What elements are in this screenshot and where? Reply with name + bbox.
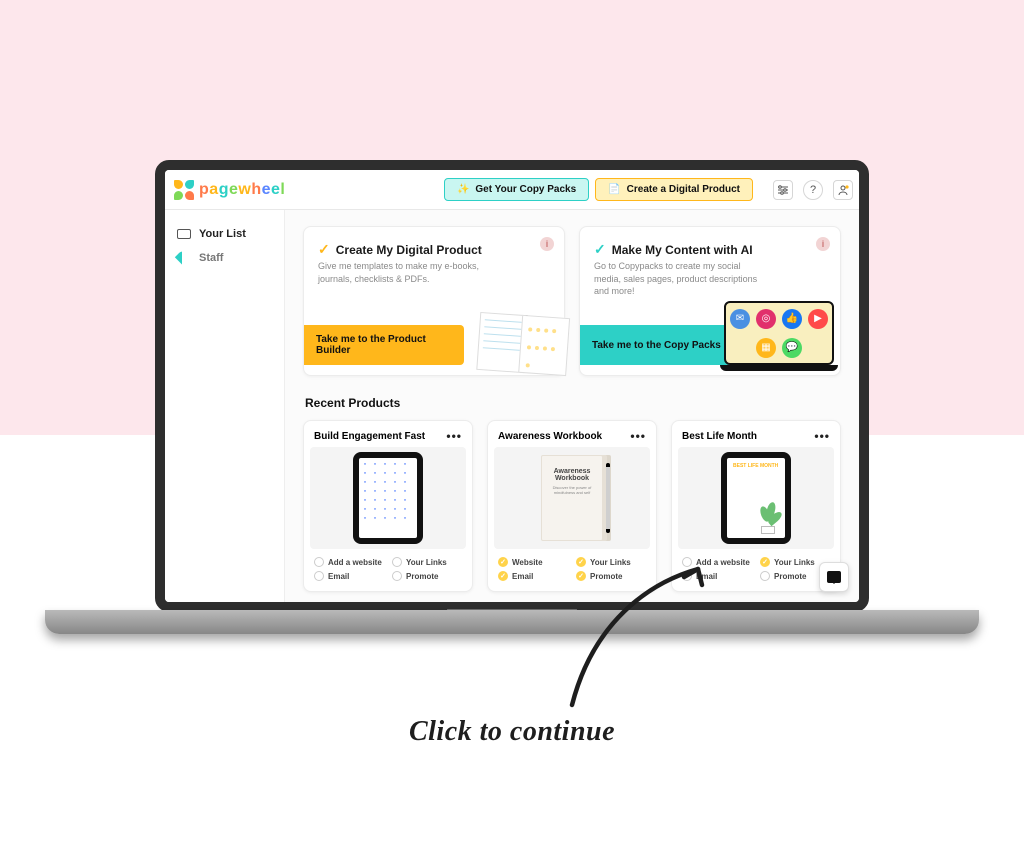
card-ai-desc: Go to Copypacks to create my social medi… xyxy=(594,260,764,298)
product-thumb: Awareness WorkbookDiscover the power of … xyxy=(494,447,650,549)
check-icon: ✓ xyxy=(594,241,606,258)
mail-chip-icon: ✉ xyxy=(730,309,750,329)
laptop-illustration: ✉ ◎ 👍 ▶ ▦ 💬 xyxy=(724,301,834,373)
more-menu-icon[interactable]: ••• xyxy=(630,429,646,443)
card-create-desc: Give me templates to make my e-books, jo… xyxy=(318,260,488,285)
main-content: i ✓ Create My Digital Product Give me tem… xyxy=(285,210,859,602)
more-menu-icon[interactable]: ••• xyxy=(446,429,462,443)
chat-chip-icon: 💬 xyxy=(782,338,802,358)
create-digital-product-label: Create a Digital Product xyxy=(627,184,740,195)
link-promote[interactable]: Promote xyxy=(392,571,462,581)
chat-icon xyxy=(827,571,841,583)
link-email[interactable]: Email xyxy=(314,571,384,581)
sparkle-icon: ✨ xyxy=(457,184,469,195)
app-root: pagewheel ✨ Get Your Copy Packs 📄 Create… xyxy=(165,170,859,602)
get-copy-packs-button[interactable]: ✨ Get Your Copy Packs xyxy=(444,178,589,201)
product-builder-cta-label: Take me to the Product Builder xyxy=(316,334,452,356)
sidebar-label-your-list: Your List xyxy=(199,228,246,240)
product-title: Awareness Workbook xyxy=(498,431,602,442)
copy-packs-cta-button[interactable]: Take me to the Copy Packs xyxy=(580,325,740,365)
brand-wordmark: pagewheel xyxy=(199,181,285,199)
instagram-chip-icon: ◎ xyxy=(756,309,776,329)
sidebar: Your List Staff xyxy=(165,210,285,602)
chat-widget-button[interactable] xyxy=(819,562,849,592)
laptop-base xyxy=(45,610,979,634)
app-header: pagewheel ✨ Get Your Copy Packs 📄 Create… xyxy=(165,170,859,210)
play-chip-icon: ▶ xyxy=(808,309,828,329)
product-title: Best Life Month xyxy=(682,431,757,442)
laptop-screen: pagewheel ✨ Get Your Copy Packs 📄 Create… xyxy=(155,160,869,612)
product-thumb: BEST LIFE MONTH xyxy=(678,447,834,549)
check-icon: ✓ xyxy=(318,241,330,258)
copy-packs-cta-label: Take me to the Copy Packs xyxy=(592,340,721,351)
mail-icon xyxy=(177,229,191,239)
more-menu-icon[interactable]: ••• xyxy=(814,429,830,443)
create-digital-product-button[interactable]: 📄 Create a Digital Product xyxy=(595,178,753,201)
card-make-content-ai: i ✓ Make My Content with AI Go to Copypac… xyxy=(579,226,841,376)
notebook-illustration xyxy=(476,312,570,382)
sidebar-item-your-list[interactable]: Your List xyxy=(173,222,276,246)
pinwheel-icon xyxy=(173,179,195,201)
link-your-links[interactable]: Your Links xyxy=(392,557,462,567)
link-add-website[interactable]: Add a website xyxy=(314,557,384,567)
account-icon[interactable] xyxy=(833,180,853,200)
brand-logo[interactable]: pagewheel xyxy=(173,179,285,201)
product-card[interactable]: Build Engagement Fast ••• Add a website … xyxy=(303,420,473,592)
product-title: Build Engagement Fast xyxy=(314,431,425,442)
sidebar-item-staff[interactable]: Staff xyxy=(173,246,276,270)
like-chip-icon: 👍 xyxy=(782,309,802,329)
info-icon[interactable]: i xyxy=(540,237,554,251)
help-icon[interactable]: ? xyxy=(803,180,823,200)
card-ai-title: Make My Content with AI xyxy=(612,243,753,257)
get-copy-packs-label: Get Your Copy Packs xyxy=(475,184,576,195)
card-create-title: Create My Digital Product xyxy=(336,243,482,257)
card-create-product: i ✓ Create My Digital Product Give me tem… xyxy=(303,226,565,376)
settings-sliders-icon[interactable] xyxy=(773,180,793,200)
recent-products-heading: Recent Products xyxy=(305,396,841,410)
document-icon: 📄 xyxy=(608,184,620,195)
rocket-icon xyxy=(175,249,193,267)
product-thumb xyxy=(310,447,466,549)
note-chip-icon: ▦ xyxy=(756,338,776,358)
laptop-mockup: pagewheel ✨ Get Your Copy Packs 📄 Create… xyxy=(155,160,869,660)
product-builder-cta-button[interactable]: Take me to the Product Builder xyxy=(304,325,464,365)
sidebar-label-staff: Staff xyxy=(199,252,223,264)
info-icon[interactable]: i xyxy=(816,237,830,251)
annotation-arrow xyxy=(548,553,718,723)
annotation-caption: Click to continue xyxy=(0,716,1024,748)
